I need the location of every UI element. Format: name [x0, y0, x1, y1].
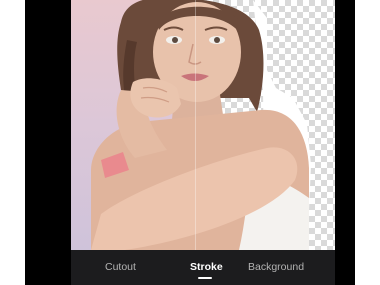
tab-background[interactable]: Background [248, 261, 304, 273]
image-canvas[interactable] [71, 0, 335, 250]
mode-tab-bar: Cutout Stroke Background [71, 250, 335, 285]
tab-cutout[interactable]: Cutout [105, 261, 136, 273]
phone-screen: Cutout Stroke Background [25, 0, 355, 285]
comparison-divider[interactable] [195, 0, 196, 250]
subject-photo [91, 0, 311, 250]
tab-stroke[interactable]: Stroke [190, 261, 223, 273]
active-tab-indicator [198, 277, 212, 279]
